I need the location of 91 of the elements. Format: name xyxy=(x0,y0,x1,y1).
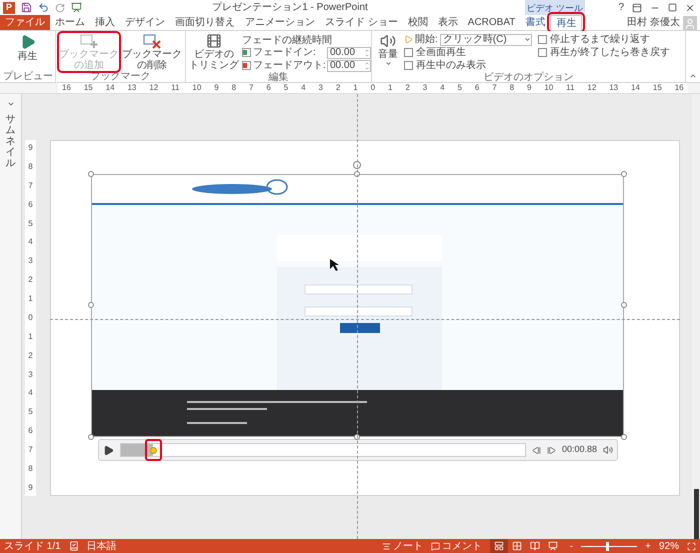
context-tab-group-label: ビデオ ツール xyxy=(525,0,585,15)
undo-icon[interactable] xyxy=(38,2,49,13)
language-label[interactable]: 日本語 xyxy=(86,538,117,553)
window-title: プレゼンテーション1 - PowerPoint xyxy=(211,0,369,15)
checkbox-label: 停止するまで繰り返す xyxy=(550,32,650,46)
comment-icon xyxy=(430,542,440,550)
checkbox-label: 再生中のみ表示 xyxy=(416,58,486,72)
rotate-handle[interactable] xyxy=(353,161,361,169)
play-icon xyxy=(20,33,36,51)
ribbon-tab[interactable]: 挿入 xyxy=(90,15,120,30)
ribbon-tab[interactable]: 校閲 xyxy=(402,15,433,30)
play-button[interactable]: 再生 xyxy=(18,33,38,62)
zoom-percent[interactable]: 92% xyxy=(658,538,679,553)
bookmark-remove-icon xyxy=(143,33,161,49)
resize-handle[interactable] xyxy=(88,302,94,308)
ribbon-tab[interactable]: デザイン xyxy=(120,15,170,30)
film-icon xyxy=(206,33,222,49)
zoom-thumb[interactable] xyxy=(606,542,610,550)
maximize-icon[interactable] xyxy=(668,3,677,12)
next-frame-icon[interactable] xyxy=(546,446,556,454)
zoom-in-button[interactable]: + xyxy=(645,538,651,553)
time-display: 00:00.88 xyxy=(562,443,597,456)
redo-icon[interactable] xyxy=(55,2,65,12)
ribbon-tab[interactable]: ACROBAT xyxy=(462,15,520,30)
checkbox[interactable] xyxy=(538,48,547,57)
horizontal-ruler: 16 15 14 13 12 11 10 9 8 7 6 5 4 3 2 1 0 1 2 3 4 5 6 7 8 9 10 11 12 13 14 15 16 xyxy=(58,83,688,93)
ribbon-tab[interactable]: ホーム xyxy=(50,15,90,30)
app-logo: P xyxy=(3,2,15,14)
play-button[interactable] xyxy=(103,444,114,456)
checkbox-label: 全画面再生 xyxy=(416,46,466,60)
number-field[interactable]: 00.00 xyxy=(327,46,371,58)
trim-video-button[interactable]: ビデオの トリミング xyxy=(189,33,239,71)
volume-button[interactable]: 音量 xyxy=(375,33,401,67)
start-icon xyxy=(404,35,413,44)
fade-label: フェードアウト: xyxy=(253,59,325,72)
seek-thumb[interactable] xyxy=(150,447,158,454)
ribbon-tab[interactable]: ファイル xyxy=(0,15,50,30)
fade-label: フェードイン: xyxy=(253,46,317,60)
ribbon-tab[interactable]: 書式 xyxy=(520,15,550,30)
save-icon[interactable] xyxy=(21,2,32,13)
remove-bookmark-button[interactable]: ブックマーク の削除 xyxy=(122,33,182,71)
normal-view-icon[interactable] xyxy=(490,539,508,553)
presentation-icon[interactable] xyxy=(71,2,82,13)
checkbox[interactable] xyxy=(538,35,547,44)
user-name[interactable]: 田村 奈優太 xyxy=(627,15,683,30)
group-label: ブックマーク xyxy=(90,71,152,82)
help-button[interactable]: ? xyxy=(618,0,624,15)
notes-button[interactable]: ノート xyxy=(392,538,423,553)
ribbon-tab[interactable]: スライド ショー xyxy=(320,15,403,30)
group-label: ビデオのオプション xyxy=(482,72,574,83)
notes-icon xyxy=(382,542,391,550)
group-label: 編集 xyxy=(268,72,290,83)
fit-to-window-icon[interactable] xyxy=(687,542,696,550)
bookmark-add-icon xyxy=(80,33,98,49)
resize-handle[interactable] xyxy=(88,434,94,440)
ribbon-tab[interactable]: アニメーション xyxy=(240,15,320,30)
resize-handle[interactable] xyxy=(621,434,627,440)
zoom-out-button[interactable]: - xyxy=(570,538,574,553)
spinner-icon[interactable] xyxy=(364,60,370,70)
close-icon[interactable] xyxy=(685,2,695,12)
fade-icon xyxy=(242,61,251,70)
volume-icon[interactable] xyxy=(603,445,613,455)
checkbox[interactable] xyxy=(404,61,413,70)
fade-icon xyxy=(242,48,251,57)
comments-button[interactable]: コメント xyxy=(442,538,482,553)
collapse-ribbon-icon[interactable] xyxy=(689,72,697,80)
caret-icon xyxy=(524,36,531,43)
group-label: プレビュー xyxy=(3,71,52,82)
start-label: 開始: xyxy=(415,33,438,47)
resize-handle[interactable] xyxy=(88,171,94,177)
speaker-icon xyxy=(380,33,396,49)
ribbon-display-icon[interactable] xyxy=(632,2,642,12)
scrollbar[interactable] xyxy=(692,94,700,539)
expand-pane-icon[interactable] xyxy=(6,100,14,108)
ribbon-tab[interactable]: 再生 xyxy=(550,15,582,30)
previous-frame-icon[interactable] xyxy=(532,446,541,454)
slide-counter: スライド 1/1 xyxy=(4,540,61,553)
ribbon-tab[interactable]: 表示 xyxy=(432,15,463,30)
guide-line[interactable] xyxy=(357,94,358,539)
number-field[interactable]: 00.00 xyxy=(327,60,371,72)
checkbox-label: 再生が終了したら巻き戻す xyxy=(550,46,670,60)
fade-duration-title: フェードの継続時間 xyxy=(242,34,333,46)
spinner-icon[interactable] xyxy=(364,48,370,58)
caret-icon xyxy=(384,60,392,67)
vertical-ruler: 9 8 7 6 5 4 3 2 1 0 1 2 3 4 5 6 7 8 9 xyxy=(25,140,36,496)
start-dropdown[interactable]: クリック時(C) xyxy=(440,34,532,46)
resize-handle[interactable] xyxy=(621,171,627,177)
checkbox[interactable] xyxy=(404,48,413,57)
ribbon-tab[interactable]: 画面切り替え xyxy=(170,15,240,30)
spelling-icon[interactable] xyxy=(68,541,79,551)
thumbnail-pane-label[interactable]: サムネイル xyxy=(6,114,16,169)
